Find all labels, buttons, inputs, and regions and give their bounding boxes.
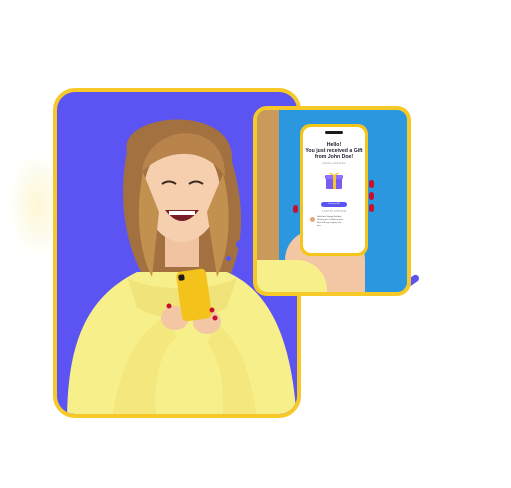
unwrap-gift-button[interactable]: Unwrap Gift — [321, 202, 347, 207]
gift-notification-card: Hello! You just received a Gift from Joh… — [253, 106, 411, 296]
gift-icon — [325, 172, 343, 189]
greeting-title: Hello! You just received a Gift from Joh… — [303, 142, 365, 160]
greeting-line-3: from John Doe! — [314, 154, 354, 160]
gift-message: Hello Ana! Happy Birthday! Wishing you a… — [303, 213, 365, 228]
nail — [369, 192, 374, 200]
phone-mockup: Hello! You just received a Gift from Joh… — [300, 124, 368, 256]
greeting-subtext: Choose a Gift below — [322, 162, 346, 165]
sender-avatar — [310, 217, 315, 222]
phone-screen: Hello! You just received a Gift from Joh… — [303, 127, 365, 253]
nail — [369, 204, 374, 212]
nail — [293, 205, 298, 213]
phone-notch — [325, 131, 343, 134]
nail — [369, 180, 374, 188]
decorative-dot — [236, 240, 245, 249]
message-text: Hello Ana! Happy Birthday! Wishing you a… — [317, 216, 344, 227]
decorative-dot — [226, 256, 231, 261]
